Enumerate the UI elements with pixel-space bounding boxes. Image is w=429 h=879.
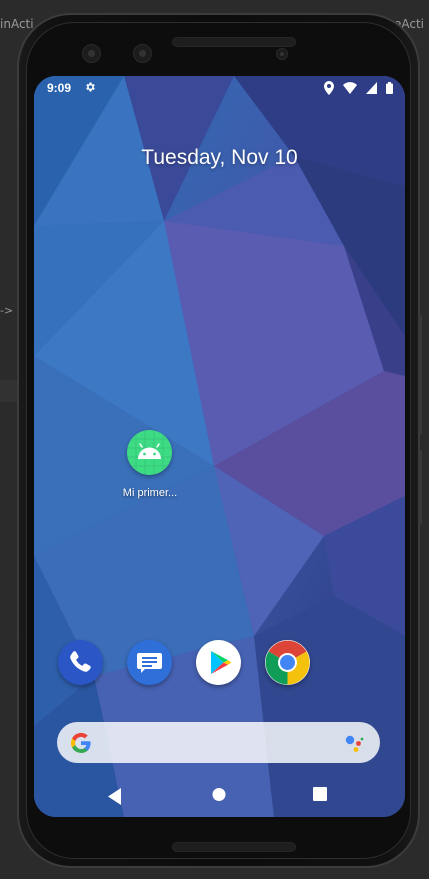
google-search-bar[interactable] <box>57 722 380 763</box>
recents-button[interactable] <box>296 776 344 817</box>
front-camera-right <box>133 44 152 63</box>
navigation-bar <box>34 776 405 817</box>
recents-icon <box>313 787 327 801</box>
google-g-icon <box>70 732 91 753</box>
location-icon <box>323 80 334 95</box>
play-store-icon <box>211 651 232 674</box>
proximity-sensor <box>276 48 288 60</box>
dock-play-store-app[interactable] <box>196 640 241 685</box>
back-icon <box>108 788 121 805</box>
power-button[interactable] <box>418 450 422 524</box>
ide-tab-left-fragment[interactable]: inActi <box>0 17 34 31</box>
app-label-mi-primer[interactable]: Mi primer... <box>104 487 196 499</box>
ide-arrow-fragment: -> <box>0 304 14 317</box>
bottom-speaker <box>172 842 296 852</box>
earpiece-speaker <box>172 37 296 47</box>
settings-icon <box>86 82 95 92</box>
status-bar: 9:09 <box>34 76 405 100</box>
status-icons <box>323 80 393 95</box>
app-icon-mi-primer[interactable] <box>127 430 172 475</box>
volume-button[interactable] <box>418 315 422 435</box>
chrome-icon <box>265 640 310 685</box>
wifi-icon <box>343 81 358 94</box>
android-icon <box>127 430 172 475</box>
messages-icon <box>137 653 162 673</box>
battery-icon <box>386 81 393 94</box>
home-button[interactable] <box>195 776 243 817</box>
front-camera-left <box>82 44 101 63</box>
status-time: 9:09 <box>47 81 72 95</box>
cellular-signal-icon <box>365 81 377 94</box>
google-assistant-icon[interactable] <box>342 731 366 755</box>
phone-icon <box>70 651 91 672</box>
dock-phone-app[interactable] <box>58 640 103 685</box>
date-widget[interactable]: Tuesday, Nov 10 <box>34 146 405 170</box>
back-button[interactable] <box>91 776 139 817</box>
wallpaper <box>34 76 405 817</box>
home-icon <box>212 788 226 801</box>
device-screen: 9:09 Tuesday, Nov 10 Mi primer... <box>34 76 405 817</box>
dock-chrome-app[interactable] <box>265 640 310 685</box>
dock-messages-app[interactable] <box>127 640 172 685</box>
